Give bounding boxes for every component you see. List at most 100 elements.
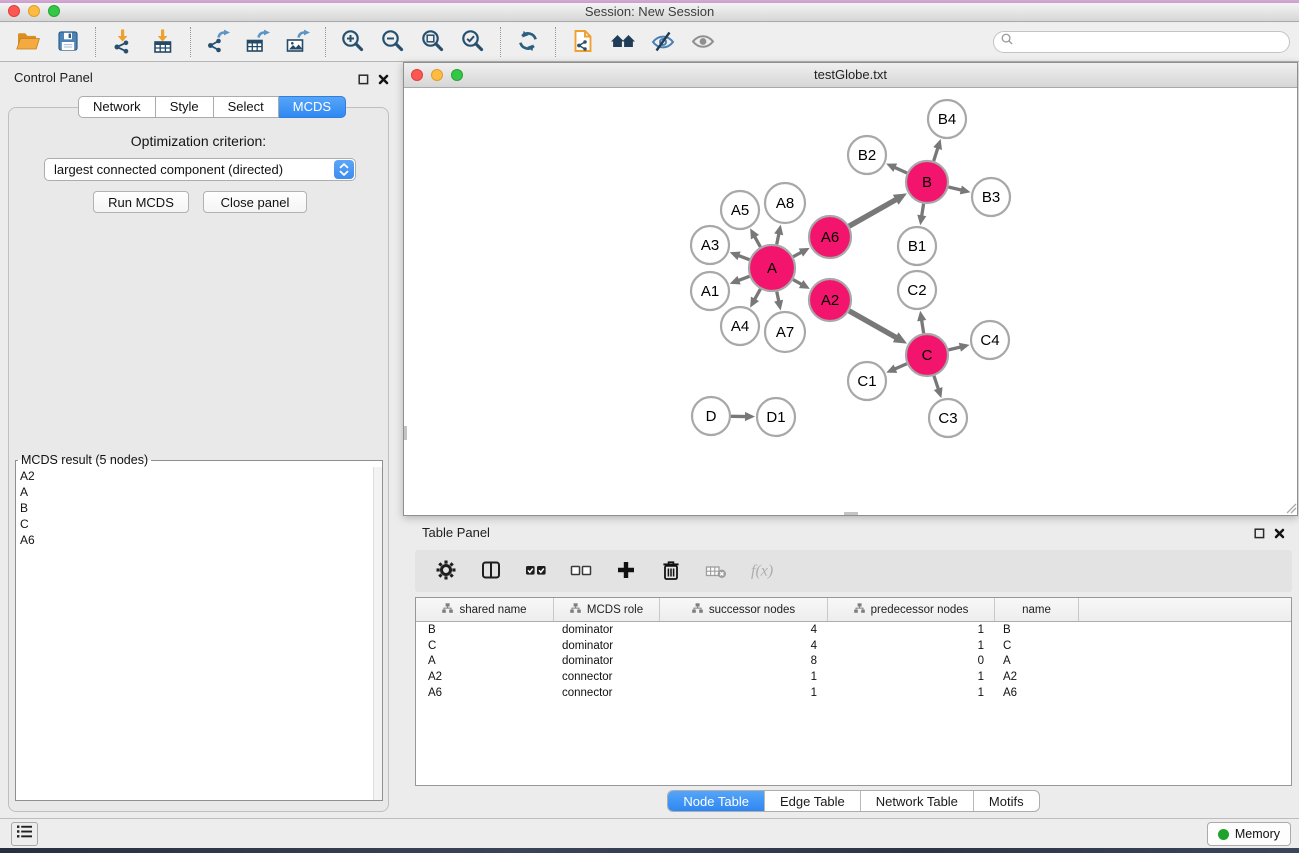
mcds-result-scrollbar[interactable] [373, 467, 382, 800]
graph-node-A8[interactable]: A8 [765, 183, 805, 223]
mcds-result-item[interactable]: A2 [20, 468, 382, 484]
svg-text:D: D [706, 408, 717, 425]
open-session-button[interactable] [12, 27, 44, 58]
toolbar-separator [95, 27, 96, 57]
graph-node-A7[interactable]: A7 [765, 312, 805, 352]
run-mcds-button[interactable]: Run MCDS [93, 191, 189, 213]
zoom-selected-button[interactable] [457, 27, 489, 58]
graph-node-A6[interactable]: A6 [809, 216, 851, 258]
mcds-result-item[interactable]: C [20, 516, 382, 532]
delete-row-button[interactable] [657, 558, 685, 585]
graph-node-D[interactable]: D [692, 397, 730, 435]
import-network-icon [110, 28, 136, 57]
control-panel-float-icon[interactable] [358, 72, 369, 90]
network-hscroll-stub[interactable] [844, 512, 858, 515]
show-toggle-button[interactable] [687, 27, 719, 58]
column-header-name[interactable]: name [995, 598, 1079, 621]
select-all-button[interactable] [522, 558, 550, 585]
tab-style[interactable]: Style [156, 96, 214, 118]
table-header-row: shared nameMCDS role successor nodes prede… [416, 598, 1291, 622]
network-window-titlebar[interactable]: testGlobe.txt [404, 63, 1297, 88]
panel-toggle-button[interactable] [11, 822, 38, 846]
add-row-button[interactable] [612, 558, 640, 585]
graph-node-C[interactable]: C [906, 334, 948, 376]
close-window-button[interactable] [8, 5, 20, 17]
graph-node-D1[interactable]: D1 [757, 398, 795, 436]
graph-node-C3[interactable]: C3 [929, 399, 967, 437]
home-view-button[interactable] [607, 27, 639, 58]
zoom-window-button[interactable] [48, 5, 60, 17]
optimization-dropdown[interactable]: largest connected component (directed) [44, 158, 356, 181]
column-header-MCDS-role[interactable]: MCDS role [554, 598, 660, 621]
export-image-button[interactable] [282, 27, 314, 58]
search-input[interactable] [1015, 33, 1289, 51]
graph-node-A[interactable]: A [749, 245, 795, 291]
apply-function-button: f(x) [747, 558, 783, 585]
graph-node-B1[interactable]: B1 [898, 227, 936, 265]
control-panel-close-icon[interactable] [378, 72, 389, 90]
graph-node-C2[interactable]: C2 [898, 271, 936, 309]
copy-network-button[interactable] [567, 27, 599, 58]
graph-node-B4[interactable]: B4 [928, 100, 966, 138]
hide-toggle-button[interactable] [647, 27, 679, 58]
mcds-result-item[interactable]: A [20, 484, 382, 500]
network-minimize-button[interactable] [431, 69, 443, 81]
settings-button[interactable] [432, 558, 460, 585]
save-session-button[interactable] [52, 27, 84, 58]
network-close-button[interactable] [411, 69, 423, 81]
memory-button[interactable]: Memory [1207, 822, 1291, 846]
zoom-fit-button[interactable] [417, 27, 449, 58]
graph-node-B3[interactable]: B3 [972, 178, 1010, 216]
export-network-button[interactable] [202, 27, 234, 58]
column-header-successor-nodes[interactable]: successor nodes [660, 598, 828, 621]
graph-node-C4[interactable]: C4 [971, 321, 1009, 359]
export-table-button[interactable] [242, 27, 274, 58]
graph-node-A5[interactable]: A5 [721, 191, 759, 229]
split-columns-button[interactable] [477, 558, 505, 585]
table-row[interactable]: Adominator80A [416, 653, 1291, 669]
table-panel-close-icon[interactable] [1274, 526, 1285, 544]
graph-node-A1[interactable]: A1 [691, 272, 729, 310]
table-cell: connector [554, 687, 660, 699]
column-header-predecessor-nodes[interactable]: predecessor nodes [828, 598, 995, 621]
graph-node-A4[interactable]: A4 [721, 307, 759, 345]
tab-node-table[interactable]: Node Table [668, 791, 764, 811]
column-header-label: successor nodes [709, 604, 795, 616]
tab-edge-table[interactable]: Edge Table [764, 791, 860, 811]
import-network-button[interactable] [107, 27, 139, 58]
graph-node-A3[interactable]: A3 [691, 226, 729, 264]
network-vscroll-stub[interactable] [404, 426, 407, 440]
toolbar-separator [190, 27, 191, 57]
tab-network-table[interactable]: Network Table [860, 791, 973, 811]
mcds-result-item[interactable]: A6 [20, 532, 382, 548]
tab-mcds[interactable]: MCDS [279, 96, 346, 118]
graph-node-A2[interactable]: A2 [809, 279, 851, 321]
close-panel-button[interactable]: Close panel [203, 191, 307, 213]
tab-motifs[interactable]: Motifs [973, 791, 1039, 811]
delete-row-icon [660, 559, 682, 584]
network-canvas[interactable]: B4 B2 B B3 A5A8A6 B1 A3 A A1 A2 C2 A4A7 C4 C C1 C3 D D1 [404, 88, 1297, 515]
refresh-button[interactable] [512, 27, 544, 58]
status-bar: Memory [0, 818, 1299, 848]
table-row[interactable]: A2connector11A2 [416, 669, 1291, 685]
graph-node-C1[interactable]: C1 [848, 362, 886, 400]
table-row[interactable]: Cdominator41C [416, 638, 1291, 654]
table-panel-float-icon[interactable] [1254, 526, 1265, 544]
tab-network[interactable]: Network [78, 96, 156, 118]
zoom-out-button[interactable] [377, 27, 409, 58]
tab-select[interactable]: Select [214, 96, 279, 118]
mcds-result-item[interactable]: B [20, 500, 382, 516]
search-box[interactable] [993, 31, 1290, 53]
table-cell: connector [554, 671, 660, 683]
zoom-in-button[interactable] [337, 27, 369, 58]
export-image-icon [285, 28, 311, 57]
network-zoom-button[interactable] [451, 69, 463, 81]
import-table-button[interactable] [147, 27, 179, 58]
minimize-window-button[interactable] [28, 5, 40, 17]
graph-node-B2[interactable]: B2 [848, 136, 886, 174]
deselect-all-button[interactable] [567, 558, 595, 585]
table-row[interactable]: A6connector11A6 [416, 685, 1291, 701]
column-header-shared-name[interactable]: shared name [416, 598, 554, 621]
table-row[interactable]: Bdominator41B [416, 622, 1291, 638]
graph-node-B[interactable]: B [906, 161, 948, 203]
